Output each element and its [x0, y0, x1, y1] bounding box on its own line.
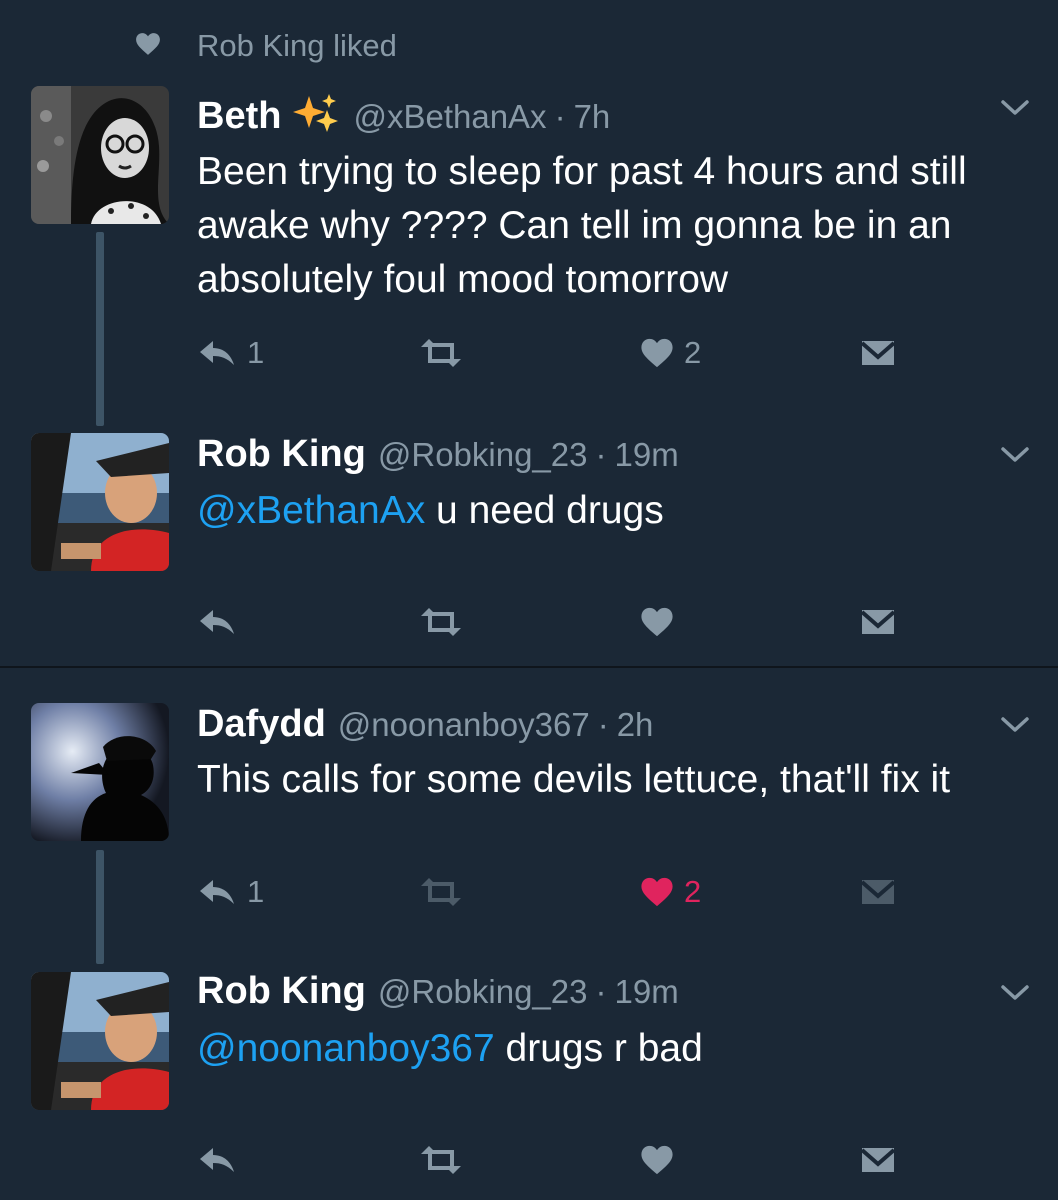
retweet-icon — [421, 878, 461, 906]
reply-count: 1 — [247, 874, 265, 909]
separator: · — [595, 973, 607, 1010]
avatar-beth[interactable] — [31, 86, 169, 224]
social-context-text: Rob King liked — [197, 28, 397, 63]
heart-icon — [641, 877, 673, 907]
reply-button[interactable] — [197, 1140, 237, 1180]
reply-icon — [200, 880, 234, 904]
user-handle[interactable]: @noonanboy367 — [338, 706, 590, 744]
user-handle[interactable]: @xBethanAx — [353, 98, 546, 136]
like-button[interactable]: 2 — [640, 872, 701, 912]
chevron-down-icon[interactable] — [1000, 98, 1030, 118]
reply-icon — [200, 1148, 234, 1172]
avatar-rob-king[interactable] — [31, 433, 169, 571]
like-count: 2 — [684, 874, 702, 909]
direct-message-button[interactable] — [860, 872, 896, 912]
envelope-icon — [860, 341, 896, 365]
reply-icon — [200, 341, 234, 365]
direct-message-button[interactable] — [860, 1140, 896, 1180]
tweet-actions — [197, 1140, 917, 1180]
retweet-icon — [421, 339, 461, 367]
mention-link[interactable]: @noonanboy367 — [197, 1027, 495, 1070]
chevron-down-icon[interactable] — [1000, 445, 1030, 465]
heart-icon — [135, 32, 161, 61]
like-button[interactable]: 2 — [640, 333, 701, 373]
chevron-down-icon[interactable] — [1000, 983, 1030, 1003]
reply-count: 1 — [247, 335, 265, 370]
tweet-actions: 1 2 — [197, 333, 917, 373]
reply-button[interactable]: 1 — [197, 872, 264, 912]
display-name[interactable]: Rob King — [197, 970, 366, 1013]
timestamp[interactable]: 7h — [574, 98, 611, 136]
tweet-actions: 1 2 — [197, 872, 917, 912]
envelope-icon — [860, 1148, 896, 1172]
like-button[interactable] — [640, 602, 674, 642]
heart-icon — [641, 1145, 673, 1175]
display-name[interactable]: Dafydd — [197, 703, 326, 746]
user-handle[interactable]: @Robking_23 — [378, 436, 588, 474]
retweet-button[interactable] — [417, 1140, 465, 1180]
retweet-button[interactable] — [417, 333, 465, 373]
retweet-icon — [421, 1146, 461, 1174]
display-name[interactable]: Rob King — [197, 433, 366, 476]
retweet-button[interactable] — [417, 602, 465, 642]
reply-button[interactable]: 1 — [197, 333, 264, 373]
thread-line — [96, 850, 104, 964]
tweet-actions — [197, 602, 917, 642]
avatar-dafydd[interactable] — [31, 703, 169, 841]
direct-message-button[interactable] — [860, 602, 896, 642]
tweet-header: Beth @xBethanAx · 7h — [197, 86, 610, 138]
timestamp[interactable]: 19m — [615, 973, 679, 1011]
thread-line — [96, 232, 104, 426]
timestamp[interactable]: 19m — [615, 436, 679, 474]
tweet-text-body: u need drugs — [425, 489, 664, 532]
tweet-text: @noonanboy367 drugs r bad — [197, 1022, 1027, 1076]
heart-icon — [641, 607, 673, 637]
direct-message-button[interactable] — [860, 333, 896, 373]
tweet-header: Rob King @Robking_23 · 19m — [197, 970, 679, 1013]
tweet-text: Been trying to sleep for past 4 hours an… — [197, 150, 967, 301]
chevron-down-icon[interactable] — [1000, 715, 1030, 735]
like-count: 2 — [684, 335, 702, 370]
reply-button[interactable] — [197, 602, 237, 642]
tweet-text: @xBethanAx u need drugs — [197, 484, 1027, 538]
retweet-button[interactable] — [417, 872, 465, 912]
user-handle[interactable]: @Robking_23 — [378, 973, 588, 1011]
envelope-icon — [860, 880, 896, 904]
tweet-header: Rob King @Robking_23 · 19m — [197, 433, 679, 476]
separator: · — [554, 98, 566, 135]
timestamp[interactable]: 2h — [617, 706, 654, 744]
reply-icon — [200, 610, 234, 634]
sparkle-icon — [291, 92, 341, 134]
heart-icon — [641, 338, 673, 368]
display-name[interactable]: Beth — [197, 95, 281, 138]
avatar-rob-king[interactable] — [31, 972, 169, 1110]
conversation-divider — [0, 666, 1058, 668]
tweet-header: Dafydd @noonanboy367 · 2h — [197, 703, 653, 746]
separator: · — [597, 706, 609, 743]
tweet-text-body: drugs r bad — [494, 1027, 703, 1070]
mention-link[interactable]: @xBethanAx — [197, 489, 425, 532]
envelope-icon — [860, 610, 896, 634]
separator: · — [595, 436, 607, 473]
tweet-text: This calls for some devils lettuce, that… — [197, 758, 951, 801]
social-context: Rob King liked — [135, 26, 397, 66]
retweet-icon — [421, 608, 461, 636]
like-button[interactable] — [640, 1140, 674, 1180]
